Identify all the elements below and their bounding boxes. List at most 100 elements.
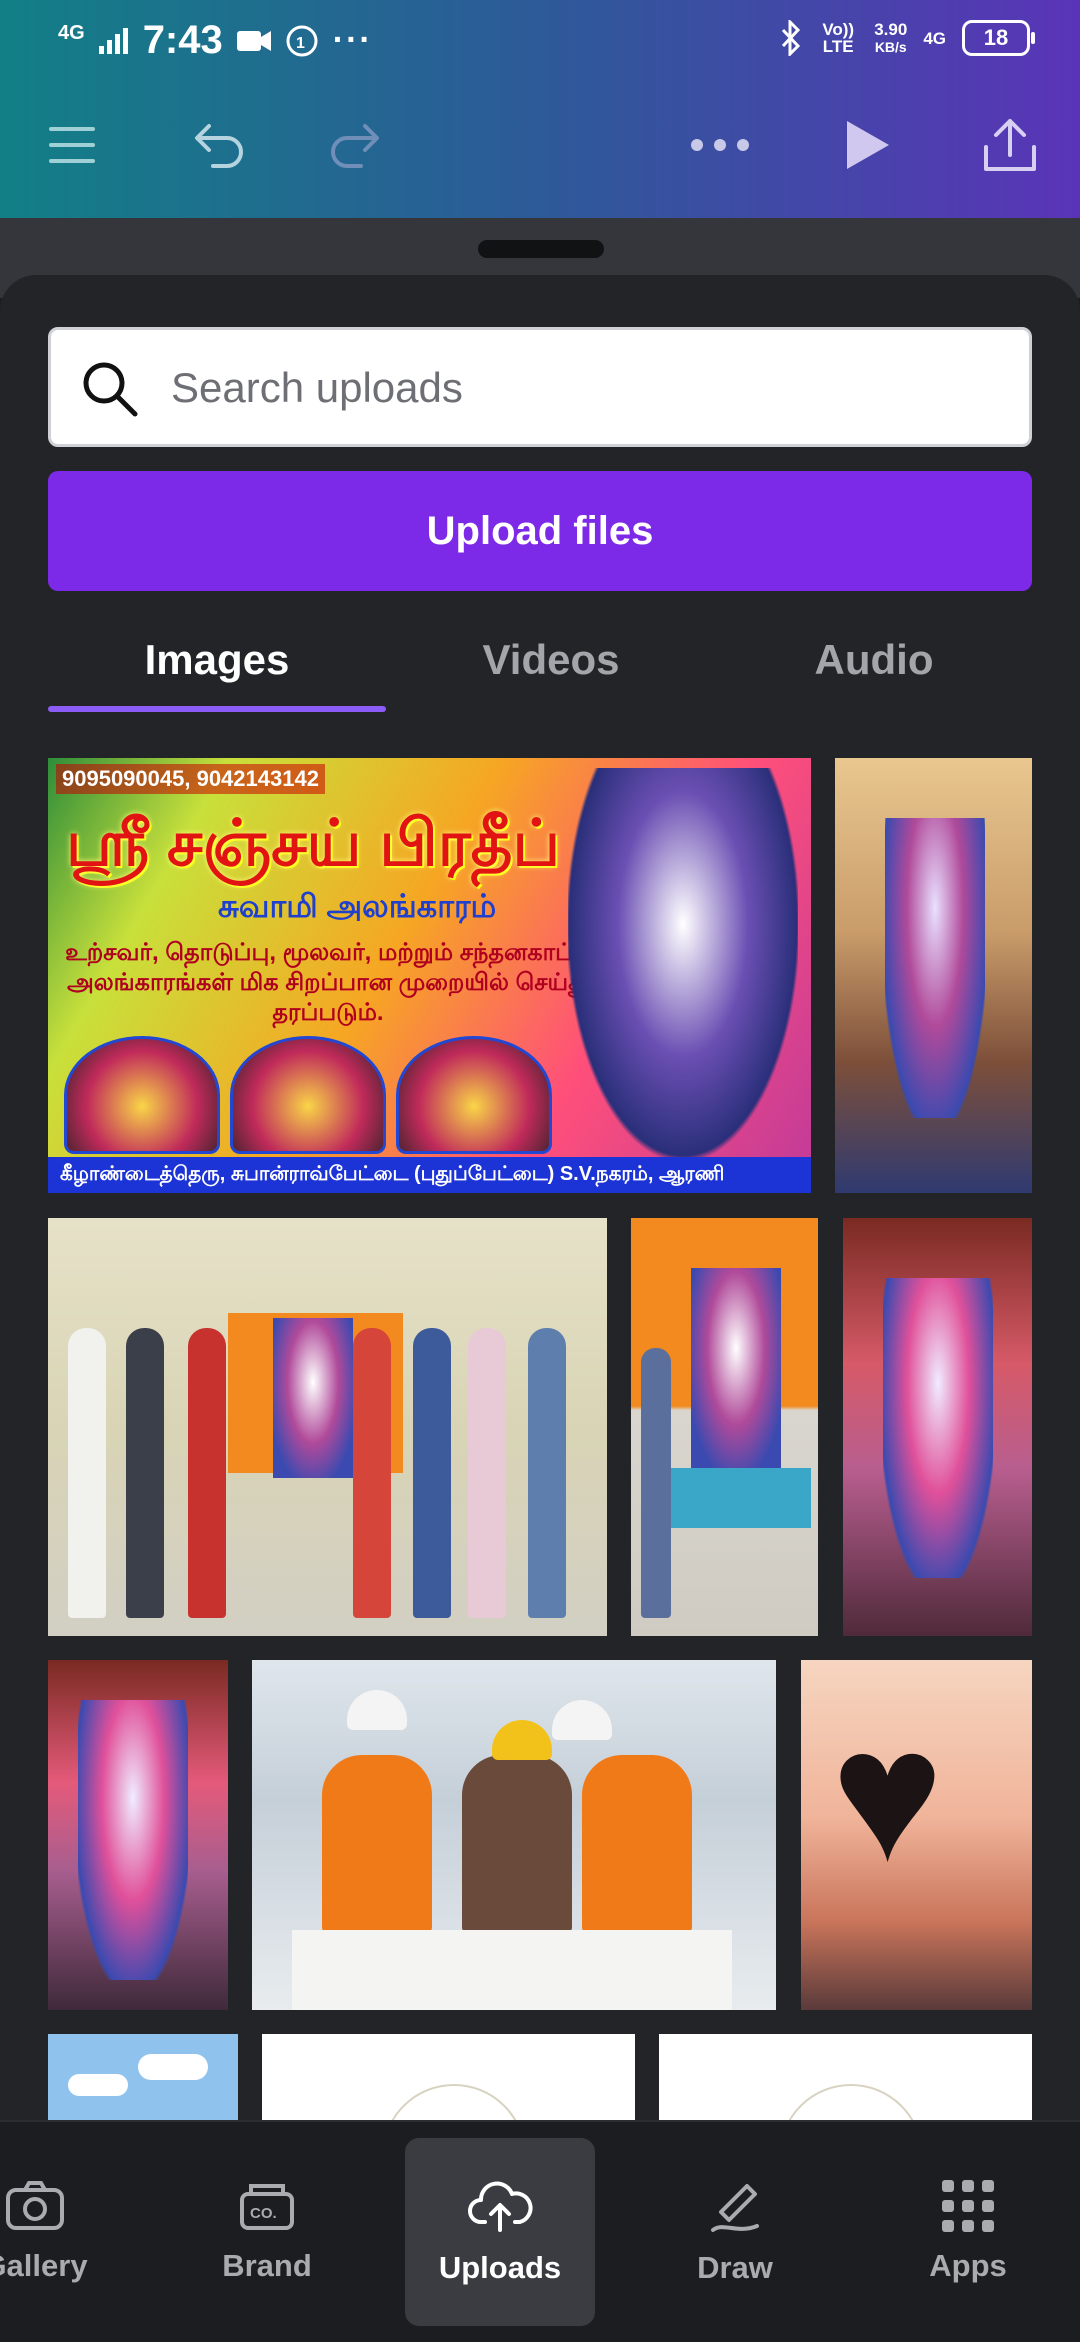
nav-gallery[interactable]: Gallery [0, 2138, 130, 2326]
idol-figure [691, 1268, 781, 1468]
image-thumbnail-heart-hands[interactable]: ♥ [801, 1660, 1032, 2010]
logo-arc [382, 2084, 526, 2124]
share-button[interactable] [975, 100, 1045, 190]
idol-figure [883, 1278, 993, 1578]
more-notifications-icon: ··· [332, 21, 373, 59]
more-icon [691, 139, 749, 151]
cloud [68, 2074, 128, 2096]
bottom-navigation: Gallery CO. Brand Uploads Draw Apps [0, 2120, 1080, 2342]
image-thumbnail-idol-1[interactable] [835, 758, 1032, 1193]
undo-button[interactable] [185, 100, 249, 190]
banner-body: உற்சவர், தொடுப்பு, மூலவர், மற்றும் சந்தன… [65, 939, 591, 1026]
battery-level: 18 [983, 25, 1009, 50]
tab-images[interactable]: Images [48, 610, 386, 710]
tab-videos-label: Videos [482, 636, 620, 683]
person [641, 1348, 671, 1618]
table [671, 1468, 811, 1528]
idol-figure [78, 1700, 188, 1980]
helmet [552, 1700, 612, 1740]
network-type-right: 4G [923, 28, 946, 48]
network-speed: 3.90 KB/s [874, 21, 907, 56]
menu-button[interactable] [40, 100, 104, 190]
cloud [138, 2054, 208, 2080]
tab-audio[interactable]: Audio [716, 610, 1032, 710]
blueprint [292, 1930, 732, 2010]
upload-files-button[interactable]: Upload files [48, 471, 1032, 591]
worker [582, 1755, 692, 1935]
apps-grid-icon [942, 2180, 994, 2232]
heart-silhouette: ♥ [831, 1689, 944, 1901]
idol-figure [885, 818, 985, 1118]
nav-uploads[interactable]: Uploads [405, 2138, 595, 2326]
banner-subtitle: சுவாமி அலங்காரம் [218, 888, 497, 924]
nav-apps[interactable]: Apps [873, 2138, 1063, 2326]
upload-files-label: Upload files [426, 508, 654, 553]
svg-text:1: 1 [296, 35, 305, 52]
worker [322, 1755, 432, 1935]
signal-icon [98, 27, 128, 54]
image-thumbnail-engineers[interactable] [252, 1660, 776, 2010]
menu-icon [49, 127, 95, 163]
battery-indicator: 18 [962, 20, 1035, 56]
person [468, 1328, 506, 1618]
helmet [492, 1720, 552, 1760]
person [353, 1328, 391, 1618]
undo-icon [195, 124, 243, 168]
nav-apps-label: Apps [929, 2248, 1007, 2283]
network-indicator: 4G [58, 21, 85, 44]
tab-videos[interactable]: Videos [386, 610, 716, 710]
search-box[interactable] [48, 327, 1032, 447]
share-icon [984, 119, 1036, 171]
play-icon [847, 121, 889, 169]
tab-audio-label: Audio [814, 636, 934, 683]
image-thumbnail-idol-2[interactable] [843, 1218, 1032, 1636]
clock: 7:43 [142, 18, 223, 62]
image-thumbnail-idol-3[interactable] [48, 1660, 228, 2010]
nav-brand-label: Brand [222, 2248, 312, 2283]
brand-icon: CO. [240, 2184, 294, 2230]
image-thumbnail-group-photo[interactable] [48, 1218, 607, 1636]
speed-unit: KB/s [874, 38, 907, 55]
drag-handle[interactable] [478, 240, 604, 258]
banner-phone: 9095090045, 9042143142 [56, 764, 325, 794]
redo-button[interactable] [325, 100, 389, 190]
worker [462, 1755, 572, 1935]
status-bar: 4G 7:43 1 ··· Vo)) LTE 3.90 KB/s 4G 18 [0, 0, 1080, 86]
redo-icon [331, 124, 379, 168]
banner-idol-image [568, 768, 798, 1158]
banner-footer: கீழாண்டைத்தெரு, சுபான்ராவ்பேட்டை (புதுப்… [48, 1157, 811, 1193]
more-button[interactable] [685, 100, 755, 190]
nav-draw[interactable]: Draw [640, 2138, 830, 2326]
person [68, 1328, 106, 1618]
logo-arc [779, 2084, 923, 2124]
cloud-upload-icon [468, 2181, 533, 2232]
person [528, 1328, 566, 1618]
image-thumbnail-sky[interactable] [48, 2034, 238, 2124]
image-thumbnail-banner[interactable]: 9095090045, 9042143142 ஸ்ரீ சஞ்சய் பிரதீ… [48, 758, 811, 1193]
helmet [347, 1690, 407, 1730]
svg-text:CO.: CO. [250, 2205, 277, 2222]
search-input[interactable] [169, 350, 1003, 426]
image-thumbnail-idol-table[interactable] [631, 1218, 818, 1636]
speed-value: 3.90 [874, 19, 908, 39]
editor-toolbar [0, 100, 1080, 190]
data-saver-icon: 1 [286, 25, 318, 56]
idol-figure [273, 1318, 353, 1478]
nav-brand[interactable]: CO. Brand [172, 2138, 362, 2326]
bluetooth-icon [782, 20, 801, 56]
banner-photo-1 [64, 1036, 220, 1154]
nav-gallery-label: Gallery [0, 2248, 88, 2283]
person [188, 1328, 226, 1618]
camera-icon [6, 2181, 64, 2230]
nav-draw-label: Draw [697, 2250, 773, 2285]
play-button[interactable] [835, 100, 899, 190]
banner-photo-3 [396, 1036, 552, 1154]
banner-title: ஸ்ரீ சஞ்சய் பிரதீப் [66, 807, 561, 879]
image-thumbnail-white-1[interactable] [262, 2034, 635, 2124]
person [413, 1328, 451, 1618]
person [126, 1328, 164, 1618]
image-thumbnail-white-2[interactable] [659, 2034, 1032, 2124]
search-icon [83, 362, 138, 417]
draw-icon [711, 2184, 759, 2232]
media-tabs: Images Videos Audio [48, 610, 1032, 712]
